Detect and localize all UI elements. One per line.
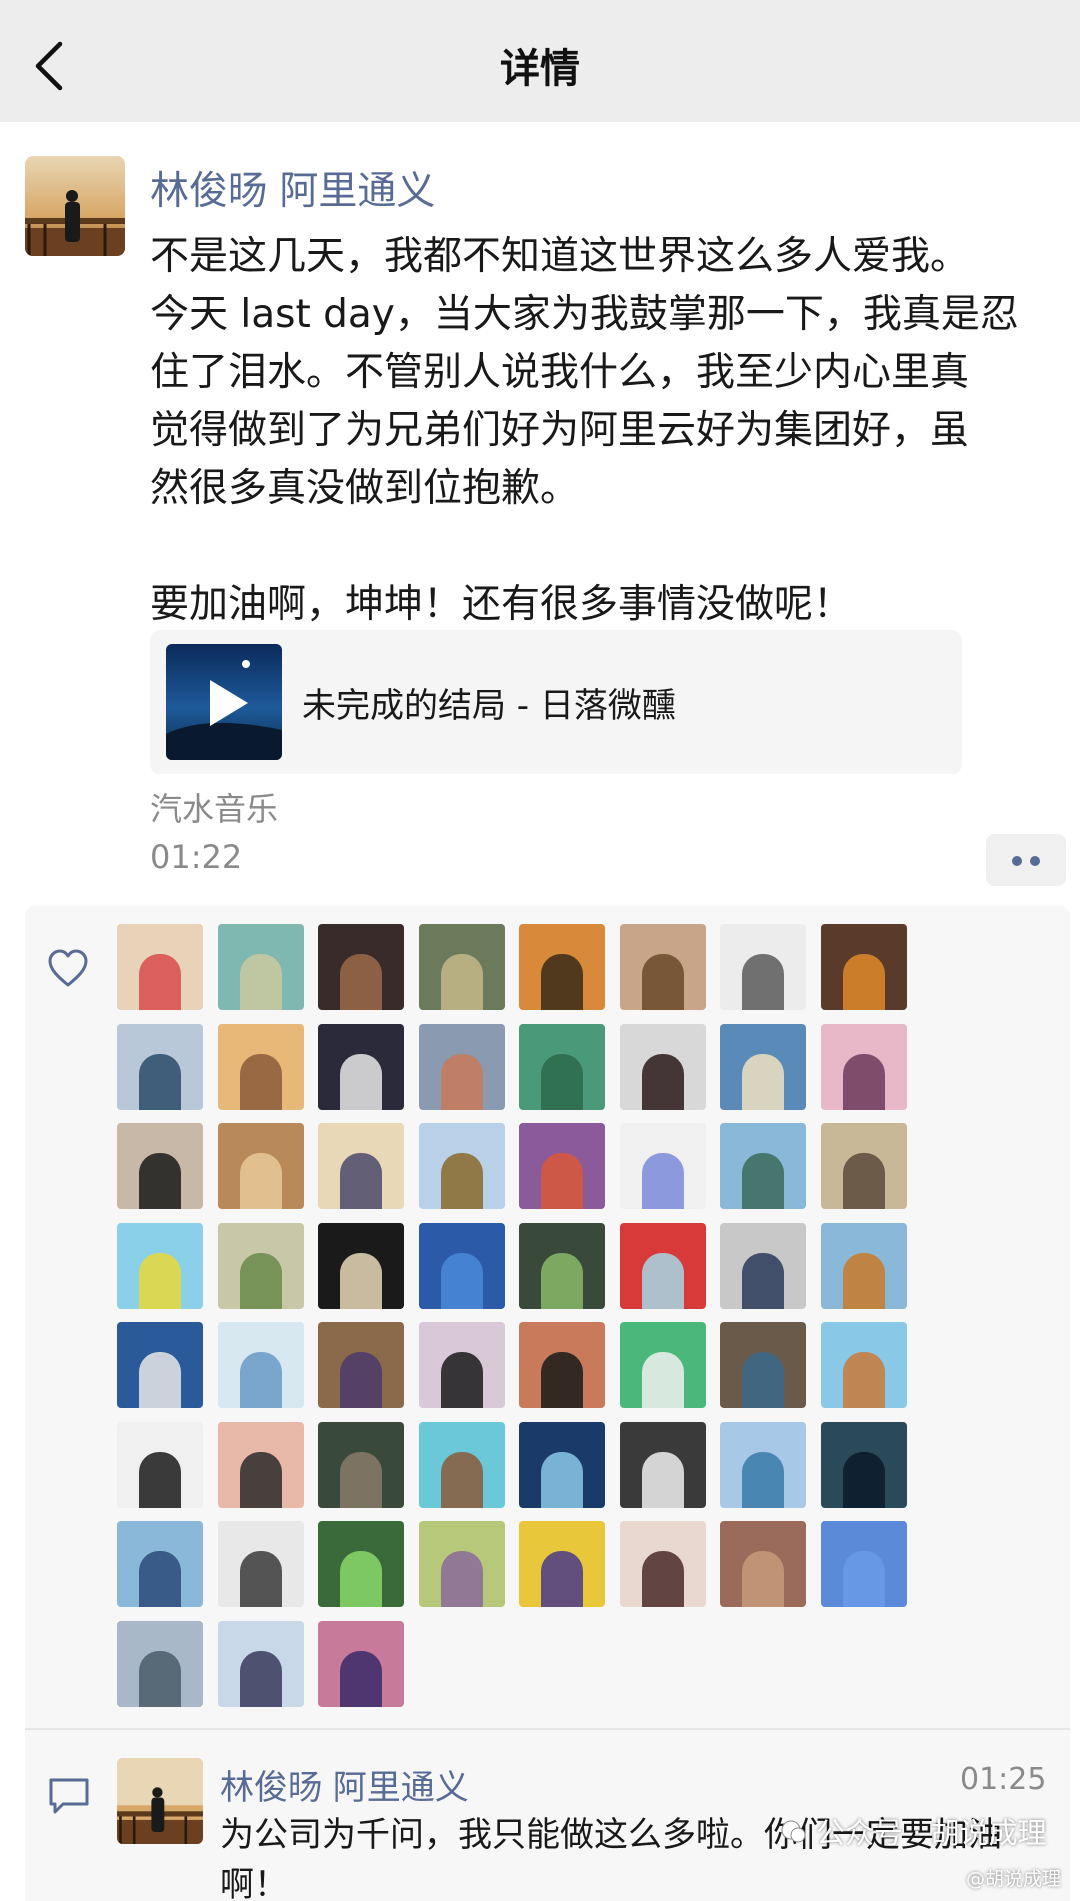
liker-avatar[interactable] <box>218 1322 304 1408</box>
liker-avatar[interactable] <box>318 1123 404 1209</box>
liker-avatar[interactable] <box>821 924 907 1010</box>
liker-avatar[interactable] <box>218 1223 304 1309</box>
liker-avatar[interactable] <box>218 924 304 1010</box>
liker-avatar[interactable] <box>720 1422 806 1508</box>
interaction-panel: 林俊旸 阿里通义 01:25 为公司为千问，我只能做这么多啦。你们一定要加油啊！ <box>25 906 1070 1901</box>
liker-avatar[interactable] <box>620 924 706 1010</box>
liker-avatar[interactable] <box>318 1422 404 1508</box>
liker-avatar[interactable] <box>117 924 203 1010</box>
author-name[interactable]: 林俊旸 阿里通义 <box>150 160 435 216</box>
music-cover <box>166 644 282 760</box>
liker-avatar[interactable] <box>419 924 505 1010</box>
comment-author[interactable]: 林俊旸 阿里通义 <box>220 1760 469 1809</box>
liker-avatar[interactable] <box>519 1521 605 1607</box>
liker-avatar[interactable] <box>218 1521 304 1607</box>
liker-avatar[interactable] <box>419 1322 505 1408</box>
liker-avatar[interactable] <box>318 1621 404 1707</box>
music-title: 未完成的结局 - 日落微醺 <box>302 686 676 726</box>
liker-avatar[interactable] <box>620 1223 706 1309</box>
liker-avatar[interactable] <box>117 1024 203 1110</box>
liker-avatar[interactable] <box>318 1024 404 1110</box>
liker-avatar[interactable] <box>519 924 605 1010</box>
comment-bubble-icon <box>49 1778 89 1814</box>
music-source[interactable]: 汽水音乐 <box>150 784 278 830</box>
liker-avatar[interactable] <box>620 1521 706 1607</box>
liker-avatar[interactable] <box>519 1223 605 1309</box>
watermark-handle: @胡说成理 <box>966 1868 1062 1890</box>
navbar: 详情 <box>0 0 1080 122</box>
liker-avatar[interactable] <box>519 1322 605 1408</box>
liker-avatar[interactable] <box>218 1621 304 1707</box>
watermark: 公众号 · 胡说成理 @胡说成理 <box>780 1810 1070 1892</box>
liker-avatar[interactable] <box>821 1123 907 1209</box>
liker-avatar[interactable] <box>117 1123 203 1209</box>
liker-avatar[interactable] <box>519 1024 605 1110</box>
liker-avatar[interactable] <box>720 1123 806 1209</box>
liker-avatar[interactable] <box>117 1422 203 1508</box>
post-time: 01:22 <box>150 838 243 876</box>
more-dots-icon[interactable] <box>986 834 1066 886</box>
liker-avatar[interactable] <box>720 1024 806 1110</box>
divider <box>25 1728 1070 1730</box>
liker-avatar[interactable] <box>318 1223 404 1309</box>
liker-avatar[interactable] <box>419 1521 505 1607</box>
liker-avatar[interactable] <box>419 1223 505 1309</box>
liker-avatar[interactable] <box>720 924 806 1010</box>
liker-avatar[interactable] <box>419 1024 505 1110</box>
watermark-text: 公众号 · 胡说成理 <box>816 1816 1047 1850</box>
liker-avatar[interactable] <box>419 1123 505 1209</box>
liker-avatar[interactable] <box>318 924 404 1010</box>
liker-avatar[interactable] <box>318 1322 404 1408</box>
wechat-logo-icon <box>781 1820 806 1843</box>
liker-avatar[interactable] <box>519 1422 605 1508</box>
liker-avatar[interactable] <box>117 1621 203 1707</box>
liker-avatar[interactable] <box>720 1521 806 1607</box>
liker-avatar[interactable] <box>117 1322 203 1408</box>
music-card[interactable]: 未完成的结局 - 日落微醺 <box>150 630 962 774</box>
liker-avatar[interactable] <box>218 1123 304 1209</box>
liker-avatar[interactable] <box>620 1123 706 1209</box>
liker-avatar[interactable] <box>620 1024 706 1110</box>
heart-icon <box>48 949 88 987</box>
liker-avatar[interactable] <box>821 1223 907 1309</box>
liker-avatar[interactable] <box>720 1322 806 1408</box>
liker-avatar[interactable] <box>218 1422 304 1508</box>
liker-avatar[interactable] <box>821 1322 907 1408</box>
liker-avatar[interactable] <box>117 1223 203 1309</box>
author-avatar[interactable] <box>25 156 125 256</box>
liker-avatar[interactable] <box>720 1223 806 1309</box>
liker-avatar[interactable] <box>318 1521 404 1607</box>
page-title: 详情 <box>500 46 580 92</box>
liker-avatar[interactable] <box>218 1024 304 1110</box>
comment-avatar[interactable] <box>117 1758 203 1844</box>
comment-time: 01:25 <box>960 1762 1047 1797</box>
post-text: 不是这几天，我都不知道这世界这么多人爱我。 今天 last day，当大家为我鼓… <box>150 234 1019 627</box>
liker-avatar[interactable] <box>620 1422 706 1508</box>
liker-avatar[interactable] <box>117 1521 203 1607</box>
liker-avatar[interactable] <box>419 1422 505 1508</box>
liker-avatar[interactable] <box>821 1521 907 1607</box>
liker-avatar[interactable] <box>519 1123 605 1209</box>
liker-avatar[interactable] <box>821 1024 907 1110</box>
liker-avatar[interactable] <box>620 1322 706 1408</box>
liker-avatar[interactable] <box>821 1422 907 1508</box>
